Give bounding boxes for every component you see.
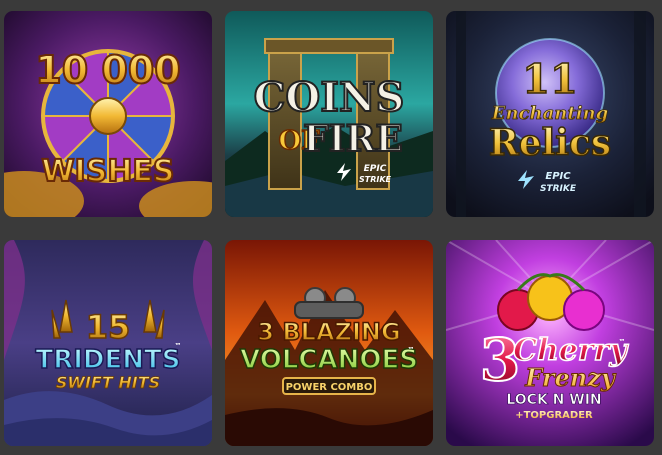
- game-title-line5: +TOPGRADER: [515, 410, 593, 421]
- game-title-line3: Frenzy: [524, 363, 617, 392]
- epic-badge-bottom: STRIKE: [359, 175, 392, 184]
- game-title-line1: 3 BLAZING: [257, 318, 400, 346]
- game-title-line4: LOCK N WIN: [506, 392, 601, 408]
- game-tile-coins-of-fire[interactable]: COINS OF FIRE EPIC STRIKE: [225, 11, 433, 217]
- game-tile-3-cherry-frenzy[interactable]: 3 Cherry Frenzy LOCK N WIN +TOPGRADER ™: [446, 240, 654, 446]
- game-tile-15-tridents[interactable]: 15 TRIDENTS SWIFT HITS ™: [4, 240, 212, 446]
- game-title-line2: VOLCANOES: [240, 345, 418, 375]
- game-thumbnail-3-blazing-volcanoes: 3 BLAZING VOLCANOES POWER COMBO ™: [225, 240, 433, 446]
- game-title-line1: COINS: [254, 74, 405, 121]
- game-title-line1: 15: [86, 308, 131, 346]
- game-title-line2: TRIDENTS: [36, 345, 181, 375]
- game-tile-10000-wishes[interactable]: 10 000 WISHES: [4, 11, 212, 217]
- game-title-line1: 11: [522, 56, 578, 103]
- game-thumbnail-15-tridents: 15 TRIDENTS SWIFT HITS ™: [4, 240, 212, 446]
- trademark-mark: ™: [408, 346, 415, 354]
- game-title-line2: Enchanting: [491, 103, 608, 124]
- game-thumbnail-11-enchanting-relics: 11 Enchanting Relics EPIC STRIKE: [446, 11, 654, 217]
- game-thumbnail-10000-wishes: 10 000 WISHES: [4, 11, 212, 217]
- game-title-line2: WISHES: [41, 154, 174, 189]
- game-grid: 10 000 WISHES COINS OF FIRE EPIC STRIKE …: [0, 0, 662, 455]
- game-tile-11-enchanting-relics[interactable]: 11 Enchanting Relics EPIC STRIKE: [446, 11, 654, 217]
- game-title-line3: Relics: [489, 122, 611, 164]
- trademark-mark: ™: [619, 338, 626, 346]
- game-title-line1: 10 000: [35, 48, 180, 92]
- epic-badge-bottom: STRIKE: [540, 184, 577, 194]
- epic-badge-top: EPIC: [364, 164, 387, 174]
- game-title-fire: FIRE: [303, 118, 403, 160]
- trademark-mark: ™: [175, 342, 182, 350]
- epic-badge-top: EPIC: [545, 171, 571, 182]
- game-title-line3: POWER COMBO: [286, 382, 373, 393]
- game-tile-3-blazing-volcanoes[interactable]: 3 BLAZING VOLCANOES POWER COMBO ™: [225, 240, 433, 446]
- game-thumbnail-coins-of-fire: COINS OF FIRE EPIC STRIKE: [225, 11, 433, 217]
- game-thumbnail-3-cherry-frenzy: 3 Cherry Frenzy LOCK N WIN +TOPGRADER ™: [446, 240, 654, 446]
- game-title-line3: SWIFT HITS: [56, 373, 160, 392]
